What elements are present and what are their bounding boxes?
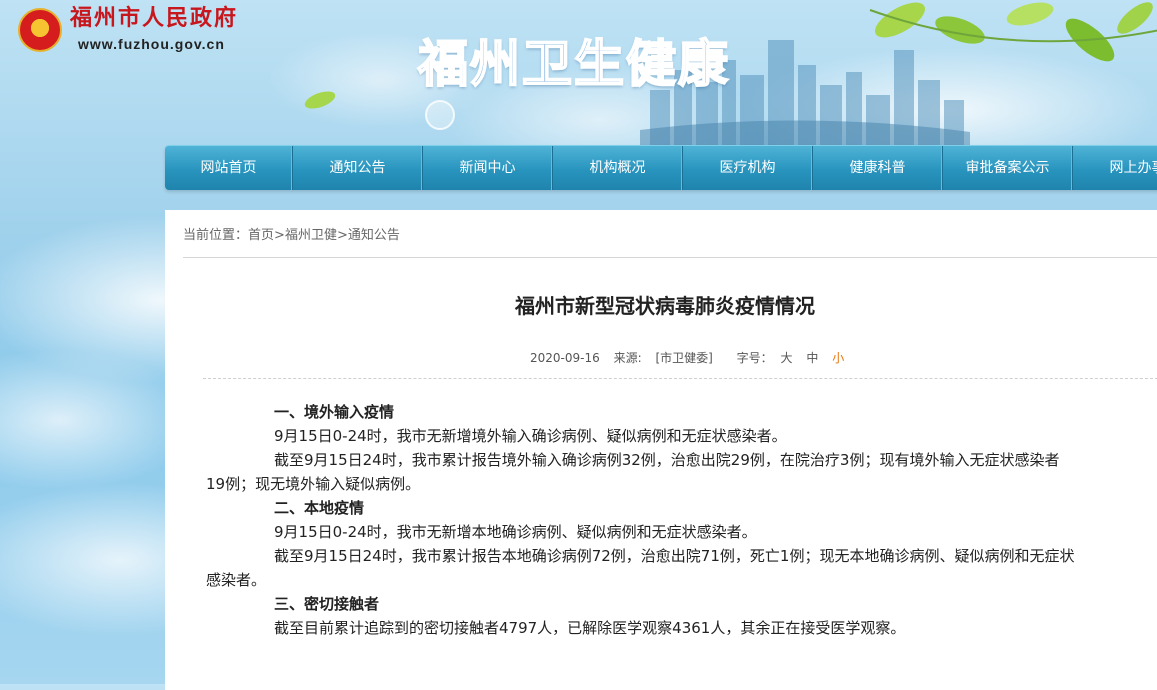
content-panel: 当前位置：首页>福州卫健>通知公告 福州市新型冠状病毒肺炎疫情情况 2020-0…	[165, 210, 1157, 690]
font-size-small-button[interactable]: 小	[832, 351, 844, 365]
paragraph: 截至目前累计追踪到的密切接触者4797人，已解除医学观察4361人，其余正在接受…	[274, 619, 906, 637]
breadcrumb-link-notices[interactable]: 通知公告	[348, 228, 400, 243]
article-body: 一、境外输入疫情 9月15日0-24时，我市无新增境外输入确诊病例、疑似病例和无…	[206, 400, 1120, 640]
nav-item-news[interactable]: 新闻中心	[423, 146, 553, 190]
leaves-decoration-icon	[869, 2, 1157, 62]
breadcrumb-separator: >	[274, 228, 285, 243]
gov-name: 福州市人民政府	[70, 6, 239, 31]
font-size-large-button[interactable]: 大	[781, 351, 793, 365]
divider	[183, 257, 1157, 258]
source-value: [市卫健委]	[655, 351, 713, 365]
breadcrumb-link-fuzhou-health[interactable]: 福州卫健	[285, 228, 337, 243]
section-heading: 二、本地疫情	[274, 499, 365, 517]
section-heading: 三、密切接触者	[274, 595, 380, 613]
article-meta: 2020-09-16 来源: [市卫健委] 字号： 大 中 小	[530, 349, 854, 366]
paragraph-continuation: 19例；现无境外输入疑似病例。	[206, 475, 421, 493]
paragraph: 9月15日0-24时，我市无新增本地确诊病例、疑似病例和无症状感染者。	[274, 523, 757, 541]
nav-item-approval-filing[interactable]: 审批备案公示	[943, 146, 1073, 190]
nav-item-online-services[interactable]: 网上办事	[1073, 146, 1157, 190]
small-leaf-icon	[304, 91, 336, 109]
nav-item-medical-institutions[interactable]: 医疗机构	[683, 146, 813, 190]
article-source: 来源: [市卫健委]	[614, 351, 723, 365]
paragraph: 截至9月15日24时，我市累计报告境外输入确诊病例32例，治愈出院29例，在院治…	[274, 451, 1060, 469]
paragraph: 截至9月15日24时，我市累计报告本地确诊病例72例，治愈出院71例，死亡1例；…	[274, 547, 1075, 565]
article-title: 福州市新型冠状病毒肺炎疫情情况	[515, 294, 815, 318]
breadcrumb-separator: >	[336, 228, 348, 243]
dashed-divider	[203, 378, 1157, 379]
font-size-medium-button[interactable]: 中	[806, 351, 818, 365]
source-label: 来源:	[613, 351, 642, 365]
water-bubble-icon	[425, 100, 455, 130]
site-title: 福州卫生健康	[417, 34, 730, 94]
nav-item-notices[interactable]: 通知公告	[293, 146, 423, 190]
breadcrumb-prefix: 当前位置：	[183, 228, 249, 243]
article-date: 2020-09-16	[530, 351, 600, 365]
breadcrumb-link-home[interactable]: 首页	[248, 228, 274, 243]
font-size-label: 字号：	[736, 351, 773, 365]
nav-item-health-science[interactable]: 健康科普	[813, 146, 943, 190]
breadcrumb: 当前位置：首页>福州卫健>通知公告	[183, 224, 400, 243]
gov-url: www.fuzhou.gov.cn	[78, 36, 225, 52]
main-nav: 网站首页 通知公告 新闻中心 机构概况 医疗机构 健康科普 审批备案公示 网上办…	[165, 145, 1157, 190]
paragraph-continuation: 感染者。	[206, 571, 267, 589]
section-heading: 一、境外输入疫情	[274, 403, 395, 421]
national-emblem-icon	[18, 8, 62, 52]
nav-item-home[interactable]: 网站首页	[165, 146, 293, 190]
paragraph: 9月15日0-24时，我市无新增境外输入确诊病例、疑似病例和无症状感染者。	[274, 427, 787, 445]
nav-item-about[interactable]: 机构概况	[553, 146, 683, 190]
gov-logo[interactable]: 福州市人民政府 www.fuzhou.gov.cn	[18, 6, 238, 52]
